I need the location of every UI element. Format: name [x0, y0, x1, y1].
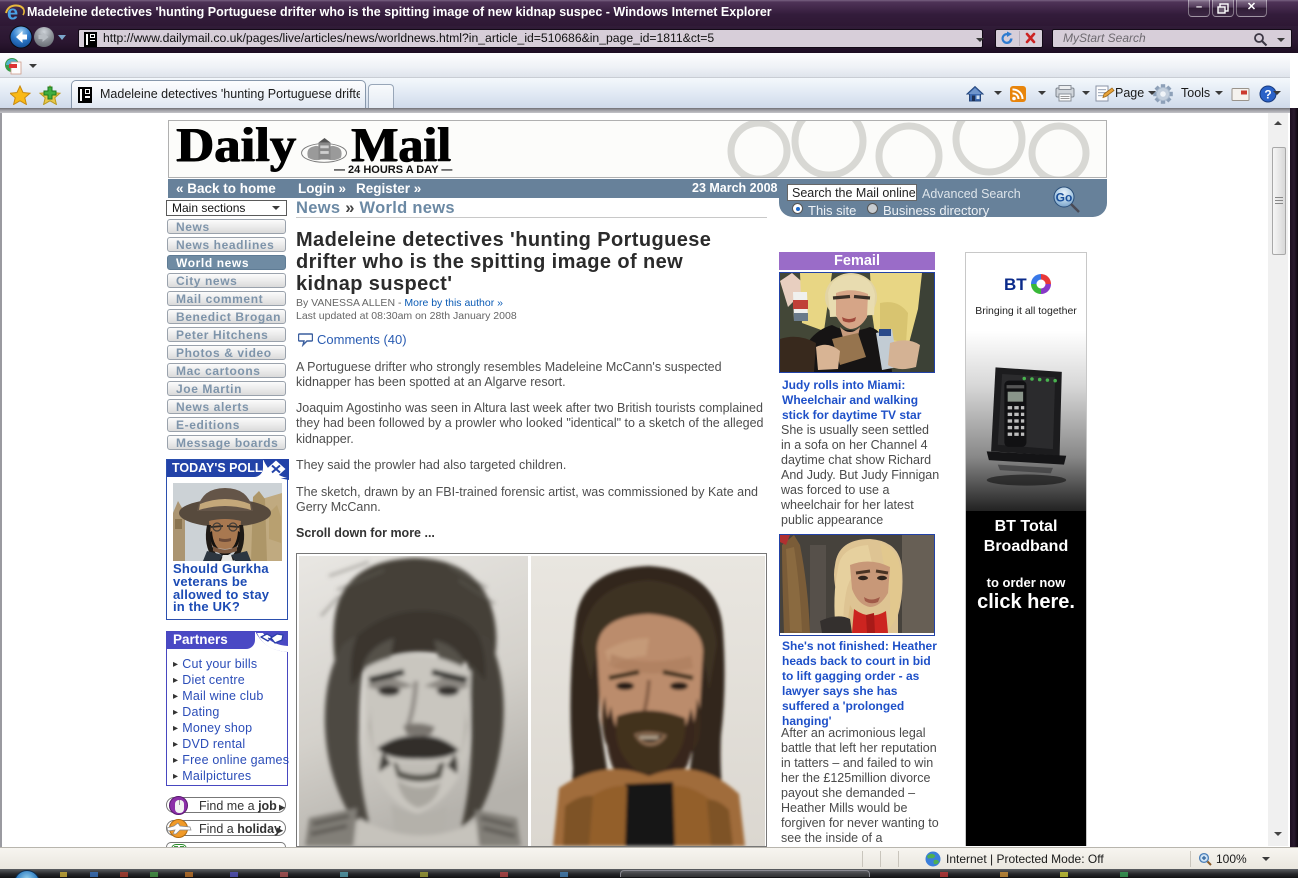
svg-text:?: ?	[1264, 88, 1271, 102]
svg-text:Go: Go	[1056, 191, 1073, 205]
